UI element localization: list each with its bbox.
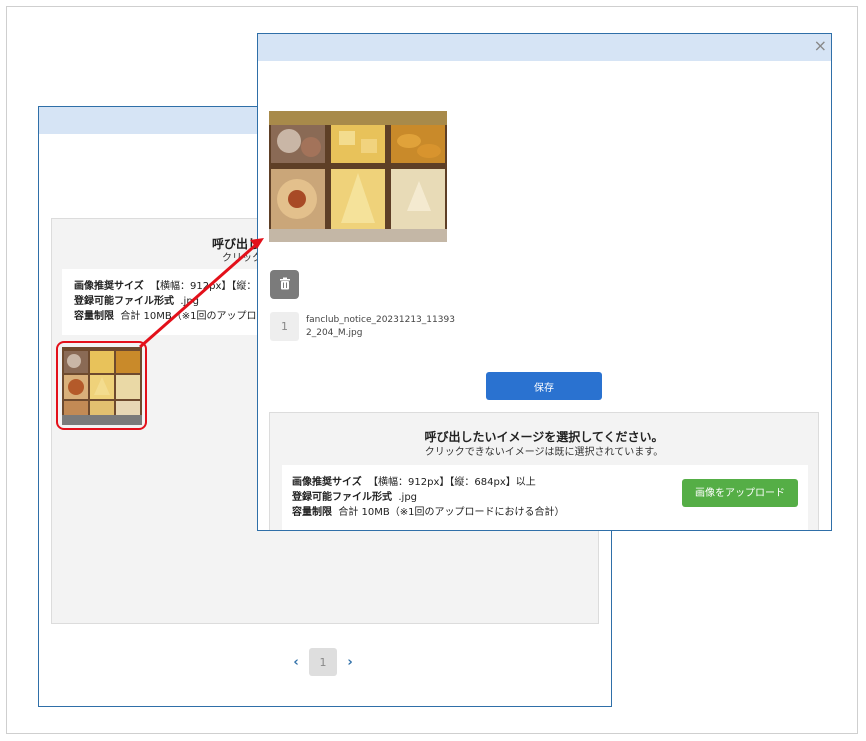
prev-page-button[interactable]: ‹ — [289, 655, 303, 670]
close-icon[interactable]: × — [814, 37, 827, 55]
next-page-button[interactable]: › — [343, 655, 357, 670]
size-value: 【横幅：912px】【縦：684px】以上 — [368, 477, 536, 488]
delete-image-button[interactable] — [270, 270, 299, 299]
format-value: .jpg — [398, 492, 418, 503]
format-label: 登録可能ファイル形式 — [74, 296, 174, 307]
page-number-1[interactable]: 1 — [309, 648, 337, 676]
capacity-value: 合計 10MB（※1回のアップロードにおける合計） — [338, 507, 565, 518]
capacity-label: 容量制限 — [74, 311, 114, 322]
thumbnail-highlight — [56, 341, 147, 430]
selected-image-preview — [269, 111, 447, 242]
size-label: 画像推奨サイズ — [74, 281, 144, 292]
capacity-value: 合計 10MB（※1回のアップロード — [120, 311, 277, 322]
front-dialog-header: × — [258, 34, 831, 61]
size-label: 画像推奨サイズ — [292, 477, 362, 488]
file-index: 1 — [270, 312, 299, 341]
pagination: ‹ 1 › — [289, 648, 357, 676]
file-name: fanclub_notice_20231213_113932_204_M.jpg — [306, 315, 455, 338]
upload-info-box: 画像推奨サイズ 【横幅：912px】【縦：684px】以上 登録可能ファイル形式… — [282, 465, 808, 530]
save-button[interactable]: 保存 — [486, 372, 602, 400]
size-value: 【横幅：912px】【縦： — [150, 281, 257, 292]
format-value: .jpg — [180, 296, 200, 307]
capacity-label: 容量制限 — [292, 507, 332, 518]
front-dialog: × 1 fanclub_notice_20231213_113932_204_M… — [257, 33, 832, 531]
panel-subtitle: クリックできないイメージは既に選択されています。 — [424, 447, 664, 458]
image-select-panel: 呼び出したいイメージを選択してください。 クリックできないイメージは既に選択され… — [269, 412, 819, 530]
format-label: 登録可能ファイル形式 — [292, 492, 392, 503]
trash-icon — [279, 275, 291, 294]
upload-image-button[interactable]: 画像をアップロード — [682, 479, 798, 507]
